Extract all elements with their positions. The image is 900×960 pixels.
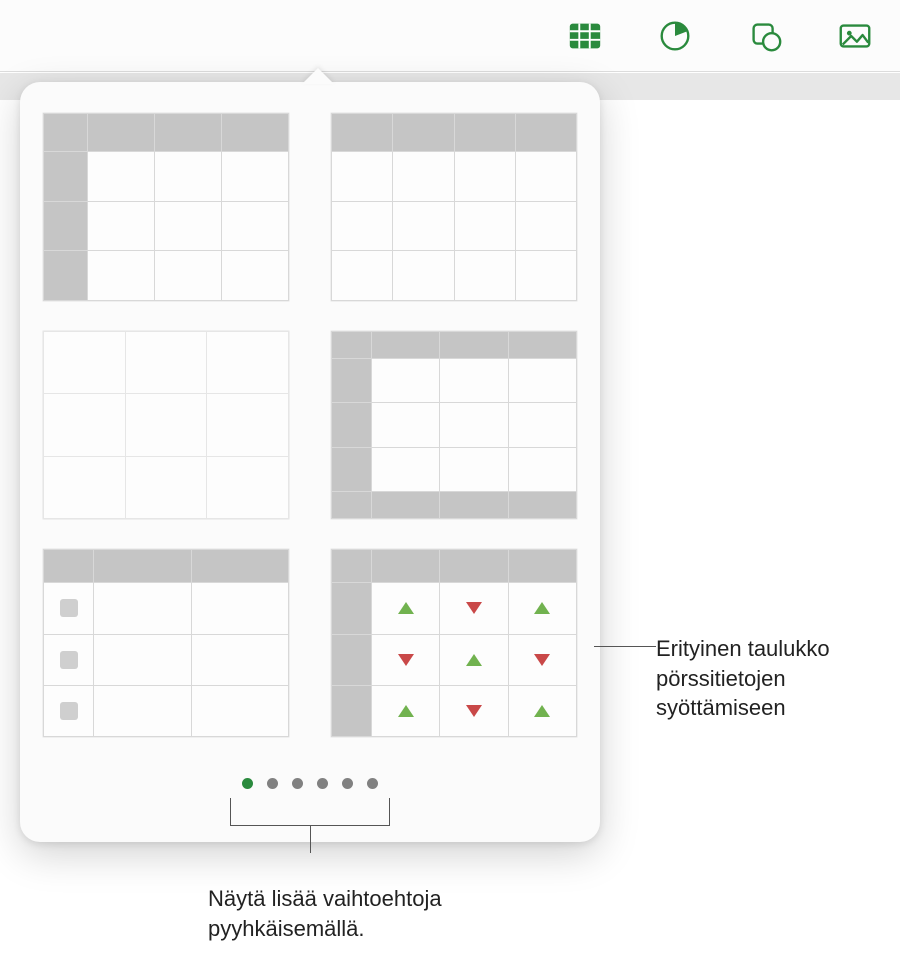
stock-down-icon (398, 654, 414, 666)
table-style-plain[interactable] (42, 330, 290, 520)
page-dot-6[interactable] (367, 778, 378, 789)
stock-up-icon (398, 602, 414, 614)
insert-table-button[interactable] (540, 0, 630, 72)
insert-chart-button[interactable] (630, 0, 720, 72)
media-icon (836, 17, 874, 55)
table-style-stock-data[interactable] (330, 548, 578, 738)
chart-icon (656, 17, 694, 55)
page-dot-5[interactable] (342, 778, 353, 789)
page-dot-1[interactable] (242, 778, 253, 789)
stock-up-icon (534, 705, 550, 717)
callout-swipe-dots: Näytä lisää vaihtoehtoja pyyhkäisemällä. (208, 884, 568, 943)
insert-shape-button[interactable] (720, 0, 810, 72)
page-dot-2[interactable] (267, 778, 278, 789)
table-icon (566, 17, 604, 55)
stock-down-icon (466, 602, 482, 614)
page-dot-3[interactable] (292, 778, 303, 789)
table-style-header-row-only[interactable] (330, 112, 578, 302)
shape-icon (746, 17, 784, 55)
page-dot-4[interactable] (317, 778, 328, 789)
stock-up-icon (466, 654, 482, 666)
checkbox-icon (60, 651, 78, 669)
checkbox-icon (60, 599, 78, 617)
stock-up-icon (398, 705, 414, 717)
insert-media-button[interactable] (810, 0, 900, 72)
table-style-checkbox-column[interactable] (42, 548, 290, 738)
table-styles-grid (42, 112, 578, 752)
pagination-dots[interactable] (42, 778, 578, 789)
toolbar (0, 0, 900, 72)
dots-callout-bracket (230, 798, 390, 826)
stock-down-icon (534, 654, 550, 666)
table-style-header-row-col[interactable] (42, 112, 290, 302)
table-styles-popover (20, 82, 600, 842)
stock-down-icon (466, 705, 482, 717)
callout-stock-table: Erityinen taulukko pörssitietojen syöttä… (656, 634, 896, 723)
stock-up-icon (534, 602, 550, 614)
table-style-header-row-col-footer[interactable] (330, 330, 578, 520)
checkbox-icon (60, 702, 78, 720)
